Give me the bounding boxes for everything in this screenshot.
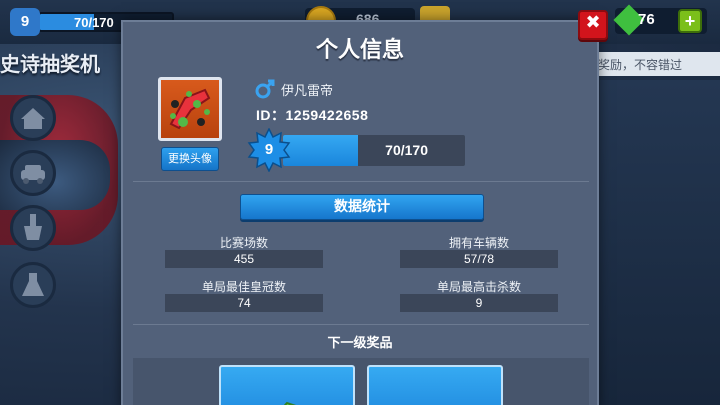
stat-value-most-kills: 9 — [400, 294, 558, 312]
hud-xp-text: 70/170 — [74, 15, 114, 30]
garage-nav-button[interactable] — [10, 150, 56, 196]
home-icon — [21, 108, 45, 129]
add-gems-button[interactable]: + — [678, 9, 702, 33]
close-button[interactable]: ✖ — [578, 10, 608, 40]
stat-value-best-crowns: 74 — [165, 294, 323, 312]
stats-section-header: 数据统计 — [240, 194, 484, 220]
car-icon — [21, 165, 45, 184]
stat-label-most-kills: 单局最高击杀数 — [436, 280, 521, 294]
lottery-title: 史诗抽奖机 — [0, 52, 100, 76]
next-reward-title: 下一级奖品 — [327, 336, 393, 351]
background-right-area — [600, 80, 720, 405]
notice-banner: 奖励，不容错过 — [596, 52, 720, 76]
green-gem-reward-icon — [283, 401, 297, 405]
reward-card-gems[interactable] — [219, 365, 355, 405]
avatar[interactable] — [158, 77, 222, 141]
xp-bar: 70/170 — [283, 135, 465, 166]
stat-value-vehicles: 57/78 — [400, 250, 558, 268]
reward-panel — [133, 358, 589, 405]
claw-icon — [24, 214, 42, 240]
race-car-avatar-icon — [169, 88, 211, 130]
flask-icon — [22, 273, 44, 296]
male-icon — [255, 79, 275, 99]
stats-section-title: 数据统计 — [334, 199, 390, 215]
divider — [133, 181, 589, 182]
home-nav-button[interactable] — [10, 95, 56, 141]
modal-header: 个人信息 — [123, 22, 597, 70]
xp-text: 70/170 — [385, 142, 428, 158]
hud-gem-text: 76 — [638, 11, 655, 28]
player-id: ID：1259422658 — [256, 107, 369, 123]
reward-card-car[interactable] — [367, 365, 503, 405]
stat-value-matches: 455 — [165, 250, 323, 268]
stat-label-vehicles: 拥有车辆数 — [448, 236, 509, 250]
level-number: 9 — [264, 141, 274, 158]
stat-label-matches: 比赛场数 — [219, 236, 268, 250]
change-avatar-button[interactable]: 更换头像 — [161, 147, 219, 171]
divider — [133, 324, 589, 325]
stat-label-best-crowns: 单局最佳皇冠数 — [201, 280, 286, 294]
hud-level-badge: 9 — [10, 8, 40, 36]
modal-title: 个人信息 — [315, 38, 404, 63]
profile-modal: 个人信息 更换头像 伊凡雷帝 ID：1259422658 70/170 9 数据… — [121, 20, 599, 405]
player-name: 伊凡雷帝 — [281, 84, 334, 99]
claw-nav-button[interactable] — [10, 205, 56, 251]
lab-nav-button[interactable] — [10, 262, 56, 308]
car-reward-icon — [369, 367, 501, 405]
